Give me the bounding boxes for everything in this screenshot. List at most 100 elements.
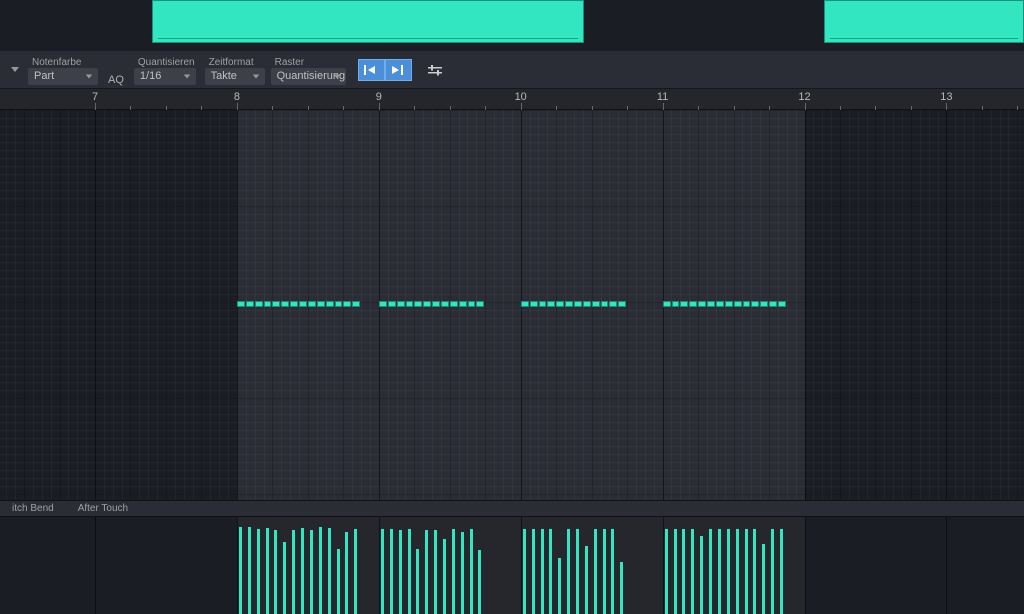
velocity-bar[interactable] [257, 529, 260, 614]
midi-note[interactable] [565, 301, 573, 307]
velocity-bar[interactable] [549, 529, 552, 614]
zeitformat-dropdown[interactable]: Takte [205, 68, 265, 85]
velocity-bar[interactable] [443, 539, 446, 614]
midi-note[interactable] [778, 301, 786, 307]
midi-note[interactable] [397, 301, 405, 307]
velocity-bar[interactable] [682, 529, 685, 614]
velocity-bar[interactable] [390, 529, 393, 614]
midi-note[interactable] [299, 301, 307, 307]
velocity-bar[interactable] [408, 529, 411, 614]
midi-note[interactable] [343, 301, 351, 307]
timeline-ruler[interactable]: 78910111213 [0, 89, 1024, 110]
velocity-bar[interactable] [620, 562, 623, 614]
velocity-bar[interactable] [399, 530, 402, 614]
midi-note[interactable] [530, 301, 538, 307]
midi-note[interactable] [459, 301, 467, 307]
midi-note[interactable] [432, 301, 440, 307]
arrangement-clip[interactable] [152, 0, 584, 43]
snap-end-button[interactable] [385, 59, 412, 81]
velocity-bar[interactable] [310, 530, 313, 614]
midi-note[interactable] [680, 301, 688, 307]
velocity-bar[interactable] [541, 529, 544, 614]
velocity-bar[interactable] [328, 528, 331, 614]
velocity-bar[interactable] [753, 529, 756, 614]
velocity-bar[interactable] [736, 529, 739, 614]
velocity-bar[interactable] [709, 529, 712, 614]
midi-note[interactable] [237, 301, 245, 307]
midi-note[interactable] [734, 301, 742, 307]
velocity-bar[interactable] [354, 529, 357, 614]
piano-roll-grid[interactable] [0, 110, 1024, 500]
midi-note[interactable] [592, 301, 600, 307]
tab-aftertouch[interactable]: After Touch [66, 503, 140, 514]
midi-note[interactable] [521, 301, 529, 307]
midi-note[interactable] [601, 301, 609, 307]
raster-dropdown[interactable]: Quantisierung [271, 68, 346, 85]
midi-note[interactable] [317, 301, 325, 307]
midi-note[interactable] [751, 301, 759, 307]
midi-note[interactable] [476, 301, 484, 307]
velocity-bar[interactable] [248, 527, 251, 614]
velocity-bar[interactable] [301, 528, 304, 614]
velocity-bar[interactable] [532, 529, 535, 614]
velocity-bar[interactable] [585, 546, 588, 614]
arrangement-clip[interactable] [824, 0, 1024, 43]
velocity-bar[interactable] [567, 529, 570, 614]
velocity-bar[interactable] [292, 530, 295, 614]
midi-note[interactable] [618, 301, 626, 307]
midi-note[interactable] [281, 301, 289, 307]
midi-note[interactable] [547, 301, 555, 307]
velocity-bar[interactable] [434, 530, 437, 614]
snap-start-button[interactable] [358, 59, 385, 81]
velocity-bar[interactable] [762, 544, 765, 614]
midi-note[interactable] [326, 301, 334, 307]
velocity-bar[interactable] [425, 530, 428, 614]
midi-note[interactable] [769, 301, 777, 307]
velocity-bar[interactable] [611, 529, 614, 614]
velocity-bar[interactable] [345, 532, 348, 614]
view-settings-button[interactable] [424, 59, 446, 81]
midi-note[interactable] [663, 301, 671, 307]
midi-note[interactable] [423, 301, 431, 307]
midi-note[interactable] [406, 301, 414, 307]
toolbar-menu-button[interactable] [4, 55, 26, 85]
velocity-bar[interactable] [771, 529, 774, 614]
midi-note[interactable] [255, 301, 263, 307]
velocity-bar[interactable] [470, 529, 473, 614]
midi-note[interactable] [352, 301, 360, 307]
midi-note[interactable] [707, 301, 715, 307]
velocity-bar[interactable] [700, 536, 703, 614]
arrangement-strip[interactable] [0, 0, 1024, 51]
midi-note[interactable] [698, 301, 706, 307]
midi-note[interactable] [450, 301, 458, 307]
velocity-bar[interactable] [274, 530, 277, 614]
midi-note[interactable] [574, 301, 582, 307]
velocity-bar[interactable] [523, 529, 526, 614]
velocity-bar[interactable] [461, 532, 464, 614]
velocity-bar[interactable] [283, 542, 286, 614]
midi-note[interactable] [583, 301, 591, 307]
velocity-bar[interactable] [780, 529, 783, 614]
velocity-lane[interactable] [0, 517, 1024, 614]
velocity-bar[interactable] [478, 550, 481, 614]
velocity-bar[interactable] [319, 527, 322, 614]
velocity-bar[interactable] [603, 529, 606, 614]
midi-note[interactable] [290, 301, 298, 307]
notenfarbe-dropdown[interactable]: Part [28, 68, 98, 85]
midi-note[interactable] [760, 301, 768, 307]
velocity-bar[interactable] [745, 529, 748, 614]
midi-note[interactable] [441, 301, 449, 307]
midi-note[interactable] [556, 301, 564, 307]
velocity-bar[interactable] [576, 529, 579, 614]
velocity-bar[interactable] [381, 529, 384, 614]
velocity-bar[interactable] [727, 529, 730, 614]
midi-note[interactable] [335, 301, 343, 307]
velocity-bar[interactable] [691, 529, 694, 614]
velocity-bar[interactable] [416, 549, 419, 614]
midi-note[interactable] [609, 301, 617, 307]
midi-note[interactable] [388, 301, 396, 307]
velocity-bar[interactable] [674, 529, 677, 614]
midi-note[interactable] [468, 301, 476, 307]
velocity-bar[interactable] [558, 558, 561, 614]
velocity-bar[interactable] [665, 529, 668, 614]
